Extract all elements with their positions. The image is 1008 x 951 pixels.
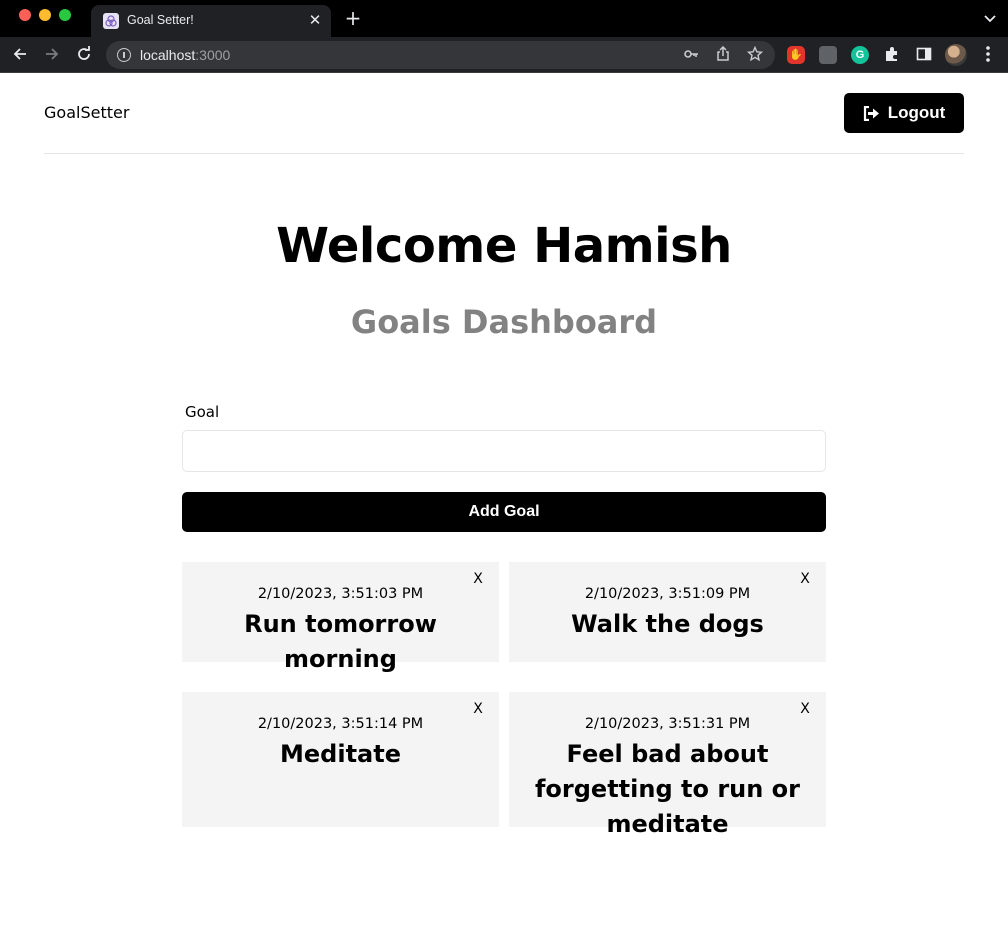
menu-icon[interactable] xyxy=(980,45,996,65)
back-icon[interactable] xyxy=(10,45,30,65)
goal-text: Walk the dogs xyxy=(571,610,764,638)
sidebar-icon[interactable] xyxy=(914,45,934,65)
goal-date: 2/10/2023, 3:51:09 PM xyxy=(584,586,751,602)
goal-card: 2/10/2023, 3:51:09 PM Walk the dogs X xyxy=(509,562,826,662)
delete-goal-button[interactable]: X xyxy=(471,700,485,718)
goal-text: Run tomorrow morning xyxy=(244,610,437,673)
delete-goal-button[interactable]: X xyxy=(798,570,812,588)
goal-date: 2/10/2023, 3:51:03 PM xyxy=(257,586,424,602)
delete-goal-button[interactable]: X xyxy=(471,570,485,588)
forward-icon[interactable] xyxy=(42,45,62,65)
share-icon[interactable] xyxy=(714,45,732,64)
reload-icon[interactable] xyxy=(74,45,94,65)
add-goal-button[interactable]: Add Goal xyxy=(182,492,826,532)
delete-goal-button[interactable]: X xyxy=(798,700,812,718)
url-text: localhost:3000 xyxy=(140,47,231,63)
sign-out-icon xyxy=(863,105,880,121)
profile-avatar[interactable] xyxy=(945,44,967,66)
minimize-window-button[interactable] xyxy=(39,9,51,21)
goal-text: Feel bad about forgetting to run or medi… xyxy=(534,740,801,838)
goal-date: 2/10/2023, 3:51:31 PM xyxy=(584,716,751,732)
new-tab-button[interactable]: + xyxy=(343,8,363,28)
browser-tab[interactable]: Goal Setter! ✕ xyxy=(91,5,331,37)
extensions-icon[interactable] xyxy=(882,45,902,65)
brand-link[interactable]: GoalSetter xyxy=(44,103,129,123)
zoom-window-button[interactable] xyxy=(59,9,71,21)
goal-card: 2/10/2023, 3:51:31 PM Feel bad about for… xyxy=(509,692,826,838)
logout-button[interactable]: Logout xyxy=(844,93,964,133)
tab-title: Goal Setter! xyxy=(127,13,194,27)
logout-label: Logout xyxy=(887,103,946,122)
page: GoalSetter Logout Welcome Hamish Goals D… xyxy=(0,74,1008,951)
key-icon[interactable] xyxy=(682,46,700,64)
tab-close-icon[interactable]: ✕ xyxy=(307,12,323,28)
favicon-icon xyxy=(103,13,119,29)
goal-text: Meditate xyxy=(280,740,401,768)
browser-tab-strip: Goal Setter! ✕ + xyxy=(0,0,1008,37)
star-icon[interactable] xyxy=(746,45,764,64)
goal-input[interactable] xyxy=(182,430,826,472)
site-header: GoalSetter Logout xyxy=(44,74,964,154)
welcome-heading: Welcome Hamish xyxy=(276,218,732,274)
goal-date: 2/10/2023, 3:51:14 PM xyxy=(257,716,424,732)
site-info-icon[interactable] xyxy=(117,48,131,62)
address-bar[interactable]: localhost:3000 xyxy=(106,41,775,69)
grammarly-g-icon: G xyxy=(855,49,865,61)
hand-icon: ✋ xyxy=(789,49,803,61)
goal-card: 2/10/2023, 3:51:03 PM Run tomorrow morni… xyxy=(182,562,499,673)
tab-search-icon[interactable] xyxy=(982,10,998,26)
dashboard-subtitle: Goals Dashboard xyxy=(350,303,658,341)
shield-extension-icon[interactable] xyxy=(819,46,837,64)
goal-card: 2/10/2023, 3:51:14 PM Meditate X xyxy=(182,692,499,827)
close-window-button[interactable] xyxy=(19,9,31,21)
goal-field-label: Goal xyxy=(185,403,220,421)
